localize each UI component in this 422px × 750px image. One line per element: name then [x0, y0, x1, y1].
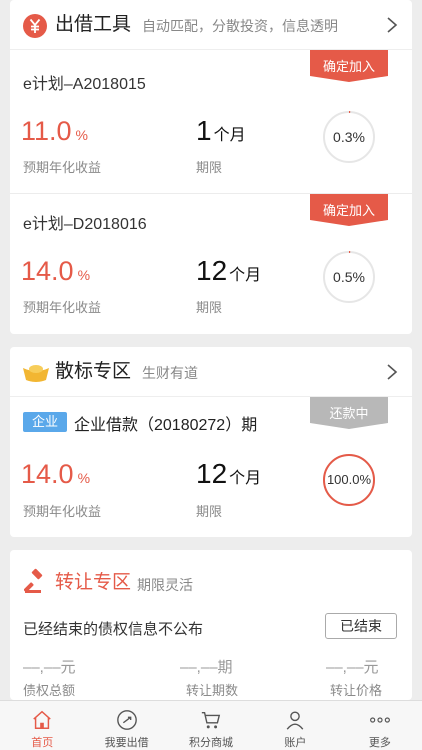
ribbon-label: 确定加入: [322, 203, 375, 218]
expected-rate: 11.0%: [21, 116, 88, 146]
plan-item[interactable]: e计划–A2018015 确定加入 11.0% 预期年化收益 1 个月 期限 0.…: [10, 50, 412, 193]
tab-account[interactable]: 账户: [253, 701, 337, 750]
plan-item[interactable]: e计划–D2018016 确定加入 14.0% 预期年化收益 12 个月 期限 0…: [10, 194, 412, 334]
stat-label-price: 转让价格: [330, 683, 383, 698]
progress-text: 0.5%: [333, 269, 365, 285]
gold-ingot-icon: [23, 365, 49, 382]
home-icon: [33, 710, 51, 729]
lend-tools-subtitle: 自动匹配，分散投资，信息透明: [142, 18, 338, 34]
rate-label: 预期年化收益: [23, 504, 102, 519]
tab-bar: 首页 我要出借 积分商城 账户 更多: [0, 700, 422, 750]
transfer-title: 转让专区: [55, 572, 132, 593]
progress-text: 0.3%: [333, 129, 365, 145]
transfer-card: 转让专区 期限灵活 已经结束的债权信息不公布 已结束 ––,––元 债权总额 –…: [10, 550, 412, 700]
transfer-notice: 已经结束的债权信息不公布: [23, 621, 204, 638]
term-value: 12 个月: [196, 255, 262, 286]
stat-label-periods: 转让期数: [186, 683, 239, 698]
user-icon: [287, 711, 304, 730]
join-ribbon-button[interactable]: 确定加入: [310, 194, 388, 226]
lend-tools-header[interactable]: 出借工具 自动匹配，分散投资，信息透明: [10, 0, 412, 50]
term-label: 期限: [196, 504, 223, 519]
term-value: 1 个月: [196, 115, 246, 146]
ribbon-label: 确定加入: [322, 59, 375, 74]
stat-value-price: ––,––元: [326, 659, 379, 676]
repaying-ribbon: 还款中: [310, 397, 388, 429]
gavel-icon: [24, 568, 43, 593]
enterprise-tag: 企业: [23, 412, 67, 432]
term-label: 期限: [196, 160, 223, 175]
progress-text: 100.0%: [326, 472, 372, 487]
progress-ring: 100.0%: [322, 453, 376, 507]
tab-label: 账户: [284, 737, 307, 749]
rate-label: 预期年化收益: [23, 300, 102, 315]
tab-points-mall[interactable]: 积分商城: [169, 701, 253, 750]
stat-label-total: 债权总额: [23, 683, 76, 698]
tab-label: 更多: [368, 737, 391, 749]
invest-icon: [116, 710, 137, 730]
yen-coin-icon: [23, 14, 47, 38]
stat-value-total: ––,––元: [23, 659, 76, 676]
tab-invest[interactable]: 我要出借: [84, 701, 168, 750]
tab-home[interactable]: 首页: [0, 701, 84, 750]
scatter-card: 散标专区 生财有道 还款中 企业 企业借款（20180272）期 14.0% 预…: [10, 347, 412, 537]
tab-label: 积分商城: [189, 737, 234, 749]
rate-label: 预期年化收益: [23, 160, 102, 175]
loan-title: 企业借款（20180272）期: [74, 417, 258, 434]
scatter-title: 散标专区: [55, 361, 132, 382]
expected-rate: 14.0%: [21, 459, 91, 489]
stat-value-periods: ––,––期: [180, 659, 233, 676]
tab-more[interactable]: 更多: [338, 701, 422, 750]
transfer-subtitle: 期限灵活: [137, 577, 193, 593]
ended-button[interactable]: 已结束: [325, 613, 397, 639]
scatter-header[interactable]: 散标专区 生财有道: [10, 347, 412, 397]
tab-label: 首页: [31, 737, 54, 749]
expected-rate: 14.0%: [21, 256, 91, 286]
tab-label: 我要出借: [104, 737, 149, 749]
cart-icon: [201, 711, 221, 729]
plan-name: e计划–A2018015: [23, 76, 146, 93]
chevron-right-icon[interactable]: [384, 363, 400, 381]
term-label: 期限: [196, 300, 223, 315]
more-icon: [369, 717, 390, 723]
progress-ring: 0.3%: [322, 110, 376, 164]
chevron-right-icon[interactable]: [384, 16, 400, 34]
term-value: 12 个月: [196, 458, 262, 489]
lend-tools-card: 出借工具 自动匹配，分散投资，信息透明 e计划–A2018015 确定加入 11…: [10, 0, 412, 334]
scatter-subtitle: 生财有道: [142, 365, 198, 381]
progress-ring: 0.5%: [322, 250, 376, 304]
ribbon-label: 还款中: [329, 406, 369, 421]
plan-name: e计划–D2018016: [23, 216, 147, 233]
lend-tools-title: 出借工具: [55, 14, 132, 35]
join-ribbon-button[interactable]: 确定加入: [310, 50, 388, 82]
